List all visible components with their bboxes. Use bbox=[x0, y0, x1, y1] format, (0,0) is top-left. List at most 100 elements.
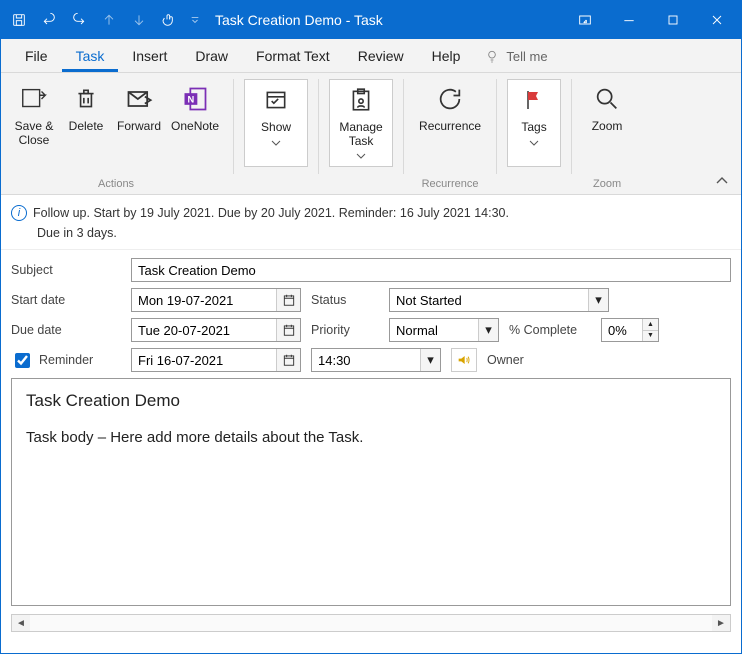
svg-text:N: N bbox=[188, 95, 195, 105]
undo-icon[interactable] bbox=[35, 6, 63, 34]
group-label-actions: Actions bbox=[98, 174, 134, 194]
menu-insert[interactable]: Insert bbox=[118, 42, 181, 72]
tags-label: Tags bbox=[521, 120, 546, 136]
onenote-label: OneNote bbox=[171, 119, 219, 135]
spin-up-button[interactable]: ▲ bbox=[642, 319, 658, 331]
manage-task-icon bbox=[345, 84, 377, 116]
manage-task-button[interactable]: Manage Task bbox=[329, 79, 393, 167]
info-line-2: Due in 3 days. bbox=[37, 223, 509, 243]
calendar-icon bbox=[282, 323, 296, 337]
menu-bar: File Task Insert Draw Format Text Review… bbox=[1, 39, 741, 73]
owner-label: Owner bbox=[487, 353, 524, 367]
forward-icon bbox=[123, 83, 155, 115]
subject-input[interactable] bbox=[131, 258, 731, 282]
reminder-checkbox[interactable] bbox=[15, 353, 30, 368]
body-text: Task body – Here add more details about … bbox=[26, 429, 716, 446]
spin-down-button[interactable]: ▼ bbox=[642, 331, 658, 342]
recurrence-button[interactable]: Recurrence bbox=[414, 79, 486, 167]
recurrence-icon bbox=[434, 83, 466, 115]
delete-label: Delete bbox=[69, 119, 104, 135]
title-bar: Task Creation Demo - Task bbox=[1, 1, 741, 39]
delete-button[interactable]: Delete bbox=[61, 79, 111, 167]
menu-format-text[interactable]: Format Text bbox=[242, 42, 344, 72]
up-icon[interactable] bbox=[95, 6, 123, 34]
info-line-1: Follow up. Start by 19 July 2021. Due by… bbox=[33, 203, 509, 223]
priority-select[interactable] bbox=[389, 318, 499, 342]
start-date-picker-button[interactable] bbox=[276, 289, 300, 311]
dock-icon[interactable] bbox=[565, 5, 605, 35]
body-title: Task Creation Demo bbox=[26, 391, 716, 411]
scroll-track[interactable] bbox=[30, 615, 712, 631]
ribbon-group-zoom: Zoom Zoom bbox=[582, 79, 632, 194]
complete-label: % Complete bbox=[509, 323, 591, 337]
delete-icon bbox=[70, 83, 102, 115]
reminder-time-select[interactable] bbox=[311, 348, 441, 372]
reminder-label: Reminder bbox=[39, 353, 93, 367]
forward-button[interactable]: Forward bbox=[113, 79, 165, 167]
window-title: Task Creation Demo - Task bbox=[215, 12, 383, 28]
menu-help[interactable]: Help bbox=[418, 42, 475, 72]
chevron-down-icon bbox=[529, 138, 539, 148]
scroll-right-button[interactable]: ► bbox=[712, 615, 730, 631]
menu-draw[interactable]: Draw bbox=[181, 42, 242, 72]
info-bar: i Follow up. Start by 19 July 2021. Due … bbox=[1, 195, 741, 250]
redo-icon[interactable] bbox=[65, 6, 93, 34]
chevron-down-icon bbox=[356, 151, 366, 161]
scroll-left-button[interactable]: ◄ bbox=[12, 615, 30, 631]
show-button[interactable]: Show bbox=[244, 79, 308, 167]
info-icon: i bbox=[11, 205, 27, 221]
flag-icon bbox=[518, 84, 550, 116]
save-icon[interactable] bbox=[5, 6, 33, 34]
close-button[interactable] bbox=[697, 5, 737, 35]
save-close-label: Save & Close bbox=[15, 119, 54, 148]
onenote-icon: N bbox=[179, 83, 211, 115]
ribbon-group-actions: Save & Close Delete Forward N OneNote bbox=[9, 79, 223, 194]
ribbon-group-manage: Manage Task bbox=[329, 79, 393, 194]
reminder-sound-button[interactable] bbox=[451, 348, 477, 372]
tags-button[interactable]: Tags bbox=[507, 79, 561, 167]
show-icon bbox=[260, 84, 292, 116]
due-date-label: Due date bbox=[11, 323, 121, 337]
group-label-zoom: Zoom bbox=[593, 174, 621, 194]
menu-review[interactable]: Review bbox=[344, 42, 418, 72]
tell-me-label: Tell me bbox=[506, 49, 547, 64]
forward-label: Forward bbox=[117, 119, 161, 135]
save-close-button[interactable]: Save & Close bbox=[9, 79, 59, 167]
horizontal-scrollbar[interactable]: ◄ ► bbox=[11, 614, 731, 632]
touch-icon[interactable] bbox=[155, 6, 183, 34]
task-form: Subject Start date Status ▾ Due date Pri… bbox=[1, 250, 741, 372]
task-body-editor[interactable]: Task Creation Demo Task body – Here add … bbox=[11, 378, 731, 606]
ribbon-group-recurrence: Recurrence Recurrence bbox=[414, 79, 486, 194]
minimize-button[interactable] bbox=[609, 5, 649, 35]
maximize-button[interactable] bbox=[653, 5, 693, 35]
menu-task[interactable]: Task bbox=[62, 42, 119, 72]
zoom-icon bbox=[591, 83, 623, 115]
calendar-icon bbox=[282, 353, 296, 367]
tell-me-button[interactable]: Tell me bbox=[474, 42, 557, 72]
ribbon-group-tags: Tags bbox=[507, 79, 561, 194]
chevron-down-icon bbox=[271, 138, 281, 148]
save-close-icon bbox=[18, 83, 50, 115]
down-icon[interactable] bbox=[125, 6, 153, 34]
status-label: Status bbox=[311, 293, 379, 307]
subject-label: Subject bbox=[11, 263, 121, 277]
zoom-label: Zoom bbox=[592, 119, 623, 135]
priority-label: Priority bbox=[311, 323, 379, 337]
recurrence-label: Recurrence bbox=[419, 119, 481, 135]
status-select[interactable] bbox=[389, 288, 609, 312]
calendar-icon bbox=[282, 293, 296, 307]
show-label: Show bbox=[261, 120, 291, 136]
group-label-recurrence: Recurrence bbox=[422, 174, 479, 194]
onenote-button[interactable]: N OneNote bbox=[167, 79, 223, 167]
due-date-picker-button[interactable] bbox=[276, 319, 300, 341]
start-date-label: Start date bbox=[11, 293, 121, 307]
zoom-button[interactable]: Zoom bbox=[582, 79, 632, 167]
sound-icon bbox=[456, 352, 472, 368]
collapse-ribbon-button[interactable] bbox=[711, 172, 733, 190]
manage-task-label: Manage Task bbox=[339, 120, 382, 149]
ribbon: Save & Close Delete Forward N OneNote bbox=[1, 73, 741, 195]
qat-dropdown-icon[interactable] bbox=[185, 6, 205, 34]
reminder-date-picker-button[interactable] bbox=[276, 349, 300, 371]
ribbon-group-show: Show bbox=[244, 79, 308, 194]
menu-file[interactable]: File bbox=[11, 42, 62, 72]
